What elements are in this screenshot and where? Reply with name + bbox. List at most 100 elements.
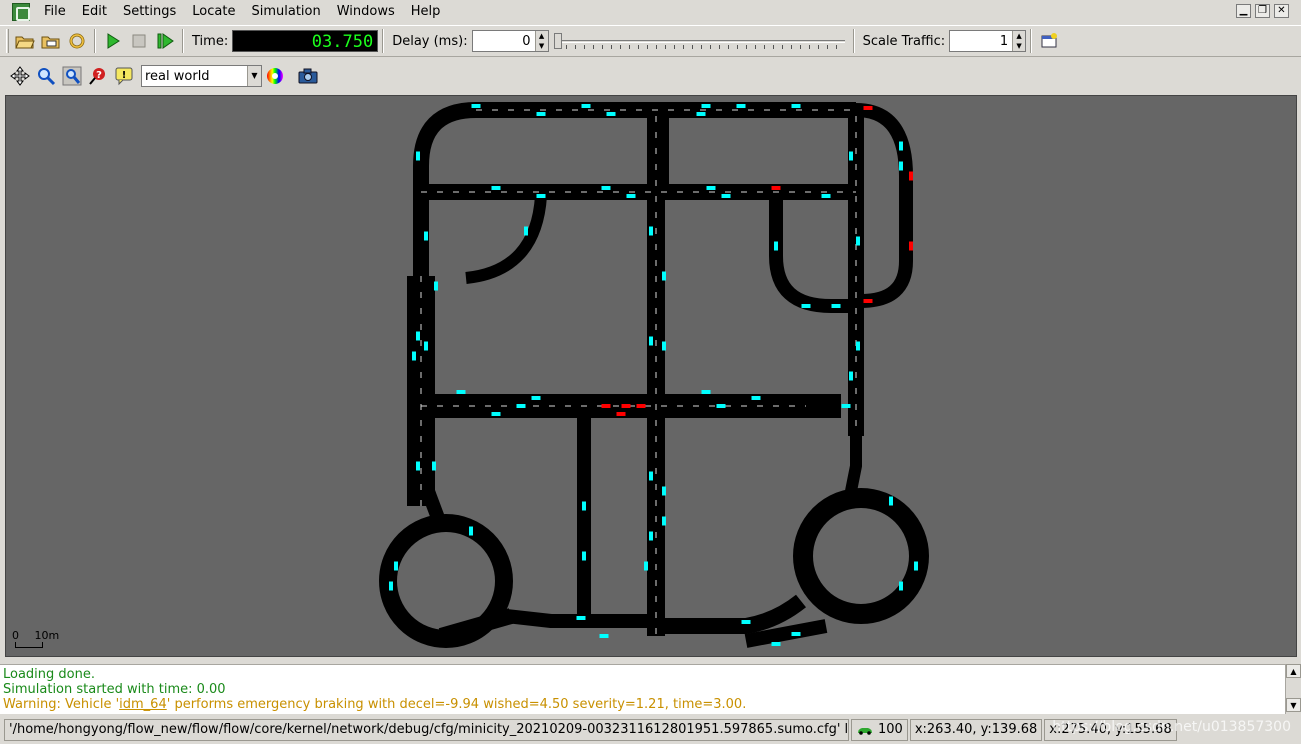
scale-traffic-spinner[interactable]: ▲▼: [949, 30, 1027, 52]
vehicle[interactable]: [531, 396, 541, 400]
delay-spinner[interactable]: ▲▼: [471, 30, 549, 52]
vehicle[interactable]: [791, 632, 801, 636]
vehicle[interactable]: [394, 561, 398, 571]
locate-junction-icon[interactable]: [60, 64, 84, 88]
vehicle[interactable]: [424, 341, 428, 351]
menu-settings[interactable]: Settings: [115, 0, 184, 24]
braking-vehicle[interactable]: [909, 241, 913, 251]
braking-vehicle[interactable]: [771, 186, 781, 190]
vehicle[interactable]: [626, 194, 636, 198]
menu-edit[interactable]: Edit: [74, 0, 115, 24]
vehicle[interactable]: [649, 531, 653, 541]
vehicle[interactable]: [856, 236, 860, 246]
color-scheme-select[interactable]: real world ▼: [141, 65, 262, 87]
braking-vehicle[interactable]: [636, 404, 646, 408]
vehicle[interactable]: [701, 104, 711, 108]
braking-vehicle[interactable]: [616, 412, 626, 416]
chevron-down-icon[interactable]: ▼: [1286, 698, 1301, 712]
vehicle[interactable]: [416, 331, 420, 341]
chevron-up-icon[interactable]: ▲: [536, 31, 548, 41]
stop-icon[interactable]: [127, 29, 151, 53]
vehicle[interactable]: [412, 351, 416, 361]
menu-file[interactable]: File: [36, 0, 74, 24]
chevron-up-icon[interactable]: ▲: [1013, 31, 1025, 41]
vehicle[interactable]: [899, 141, 903, 151]
vehicle[interactable]: [536, 194, 546, 198]
vehicle[interactable]: [889, 496, 893, 506]
vehicle[interactable]: [582, 501, 586, 511]
run-icon[interactable]: [101, 29, 125, 53]
chevron-down-icon[interactable]: ▼: [536, 41, 548, 51]
toolbar-grip[interactable]: [6, 29, 9, 53]
screenshot-camera-icon[interactable]: [296, 64, 320, 88]
vehicle[interactable]: [751, 396, 761, 400]
vehicle[interactable]: [536, 112, 546, 116]
vehicle[interactable]: [434, 281, 438, 291]
vehicle[interactable]: [524, 226, 528, 236]
vehicle[interactable]: [491, 186, 501, 190]
vehicle[interactable]: [649, 226, 653, 236]
minimize-button[interactable]: ▁: [1236, 4, 1251, 18]
slider-thumb[interactable]: [553, 33, 562, 49]
vehicle[interactable]: [706, 186, 716, 190]
vehicle[interactable]: [469, 526, 473, 536]
menu-simulation[interactable]: Simulation: [243, 0, 328, 24]
vehicle[interactable]: [914, 561, 918, 571]
open-network-icon[interactable]: [39, 29, 63, 53]
vehicle[interactable]: [821, 194, 831, 198]
chevron-down-icon[interactable]: ▼: [247, 66, 261, 86]
vehicle[interactable]: [841, 404, 851, 408]
chevron-up-icon[interactable]: ▲: [1286, 664, 1301, 678]
vehicle[interactable]: [716, 404, 726, 408]
vehicle[interactable]: [791, 104, 801, 108]
road-network[interactable]: [6, 96, 1297, 657]
vehicle[interactable]: [456, 390, 466, 394]
reload-icon[interactable]: [65, 29, 89, 53]
vehicle[interactable]: [774, 241, 778, 251]
vehicle[interactable]: [581, 104, 591, 108]
open-folder-icon[interactable]: [13, 29, 37, 53]
vehicle[interactable]: [899, 161, 903, 171]
vehicle[interactable]: [471, 104, 481, 108]
step-icon[interactable]: [153, 29, 177, 53]
braking-vehicle[interactable]: [909, 171, 913, 181]
vehicle[interactable]: [856, 341, 860, 351]
vehicle[interactable]: [649, 471, 653, 481]
recenter-icon[interactable]: [8, 64, 32, 88]
vehicle[interactable]: [424, 231, 428, 241]
color-wheel-icon[interactable]: [263, 64, 287, 88]
vehicle[interactable]: [662, 341, 666, 351]
braking-vehicle[interactable]: [863, 106, 873, 110]
vehicle[interactable]: [721, 194, 731, 198]
vehicle[interactable]: [662, 271, 666, 281]
vehicle[interactable]: [599, 634, 609, 638]
new-view-icon[interactable]: [1037, 29, 1061, 53]
network-canvas[interactable]: 0 10m: [5, 95, 1297, 657]
vehicle[interactable]: [849, 151, 853, 161]
vehicle[interactable]: [432, 461, 436, 471]
vehicle[interactable]: [741, 620, 751, 624]
menu-windows[interactable]: Windows: [329, 0, 403, 24]
delay-slider[interactable]: [553, 30, 849, 52]
delay-input[interactable]: [472, 31, 535, 51]
vehicle[interactable]: [771, 642, 781, 646]
braking-vehicle[interactable]: [601, 404, 611, 408]
vehicle[interactable]: [849, 371, 853, 381]
vehicle[interactable]: [736, 104, 746, 108]
tooltip-icon[interactable]: !: [112, 64, 136, 88]
vehicle[interactable]: [696, 112, 706, 116]
log-scrollbar[interactable]: ▲ ▼: [1285, 664, 1301, 714]
restore-button[interactable]: ❐: [1255, 4, 1270, 18]
vehicle[interactable]: [644, 561, 648, 571]
braking-vehicle[interactable]: [863, 299, 873, 303]
vehicle[interactable]: [416, 461, 420, 471]
vehicle[interactable]: [662, 486, 666, 496]
vehicle[interactable]: [606, 112, 616, 116]
vehicle[interactable]: [801, 304, 811, 308]
scale-traffic-input[interactable]: [950, 31, 1013, 51]
vehicle[interactable]: [601, 186, 611, 190]
vehicle[interactable]: [649, 336, 653, 346]
chevron-down-icon[interactable]: ▼: [1013, 41, 1025, 51]
vehicle[interactable]: [576, 616, 586, 620]
help-question-icon[interactable]: ?: [86, 64, 110, 88]
